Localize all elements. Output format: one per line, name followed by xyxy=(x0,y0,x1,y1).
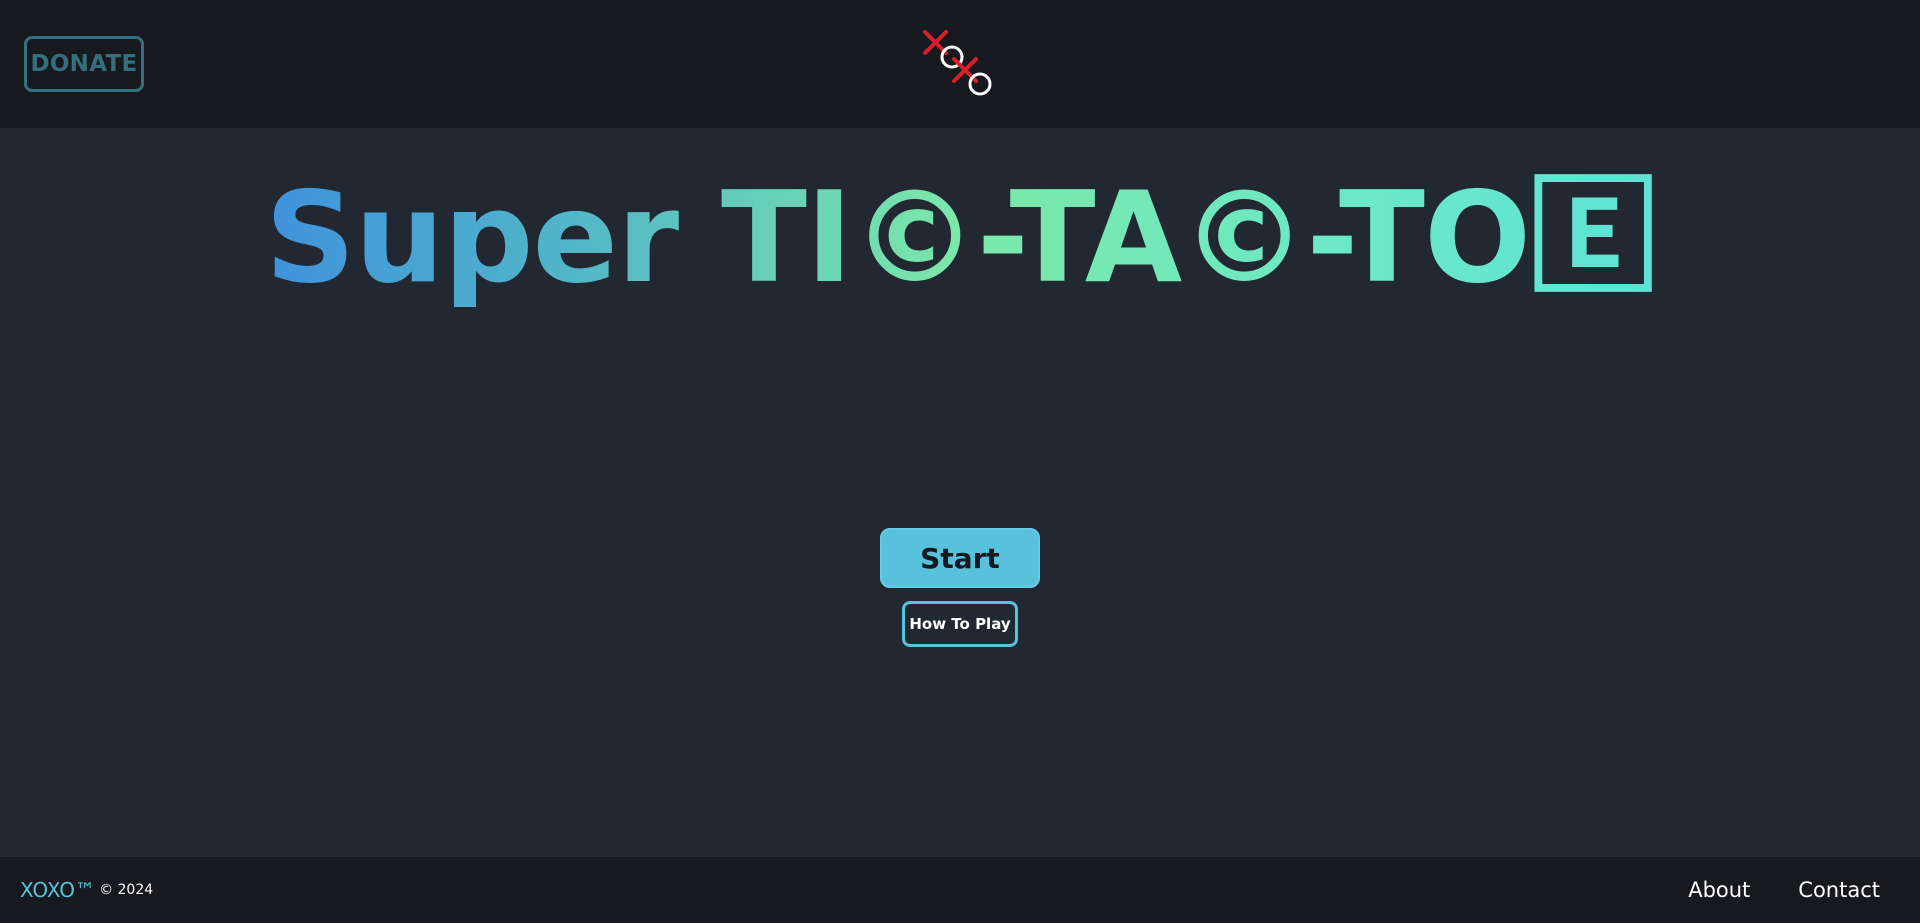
footer-copyright: © 2024 xyxy=(99,882,154,898)
footer-link-contact[interactable]: Contact xyxy=(1798,878,1880,902)
page: DONATE Super TI©-TA©-TO🄴 Start How To Pl… xyxy=(0,0,1920,923)
footer-brand: XOXO™ xyxy=(20,878,96,902)
donate-button[interactable]: DONATE xyxy=(24,36,144,92)
page-title-text: Super TI©-TA©-TO🄴 xyxy=(264,164,1656,311)
footer-branding: XOXO™ © 2024 xyxy=(20,857,153,923)
header: DONATE xyxy=(0,0,1920,128)
how-to-play-button[interactable]: How To Play xyxy=(902,601,1018,647)
footer: XOXO™ © 2024 About Contact xyxy=(0,857,1920,923)
footer-link-about[interactable]: About xyxy=(1688,878,1750,902)
start-button[interactable]: Start xyxy=(880,528,1040,588)
footer-nav: About Contact xyxy=(1688,857,1880,923)
page-title: Super TI©-TA©-TO🄴 xyxy=(0,168,1920,308)
xoxo-logo-icon[interactable] xyxy=(920,26,996,102)
